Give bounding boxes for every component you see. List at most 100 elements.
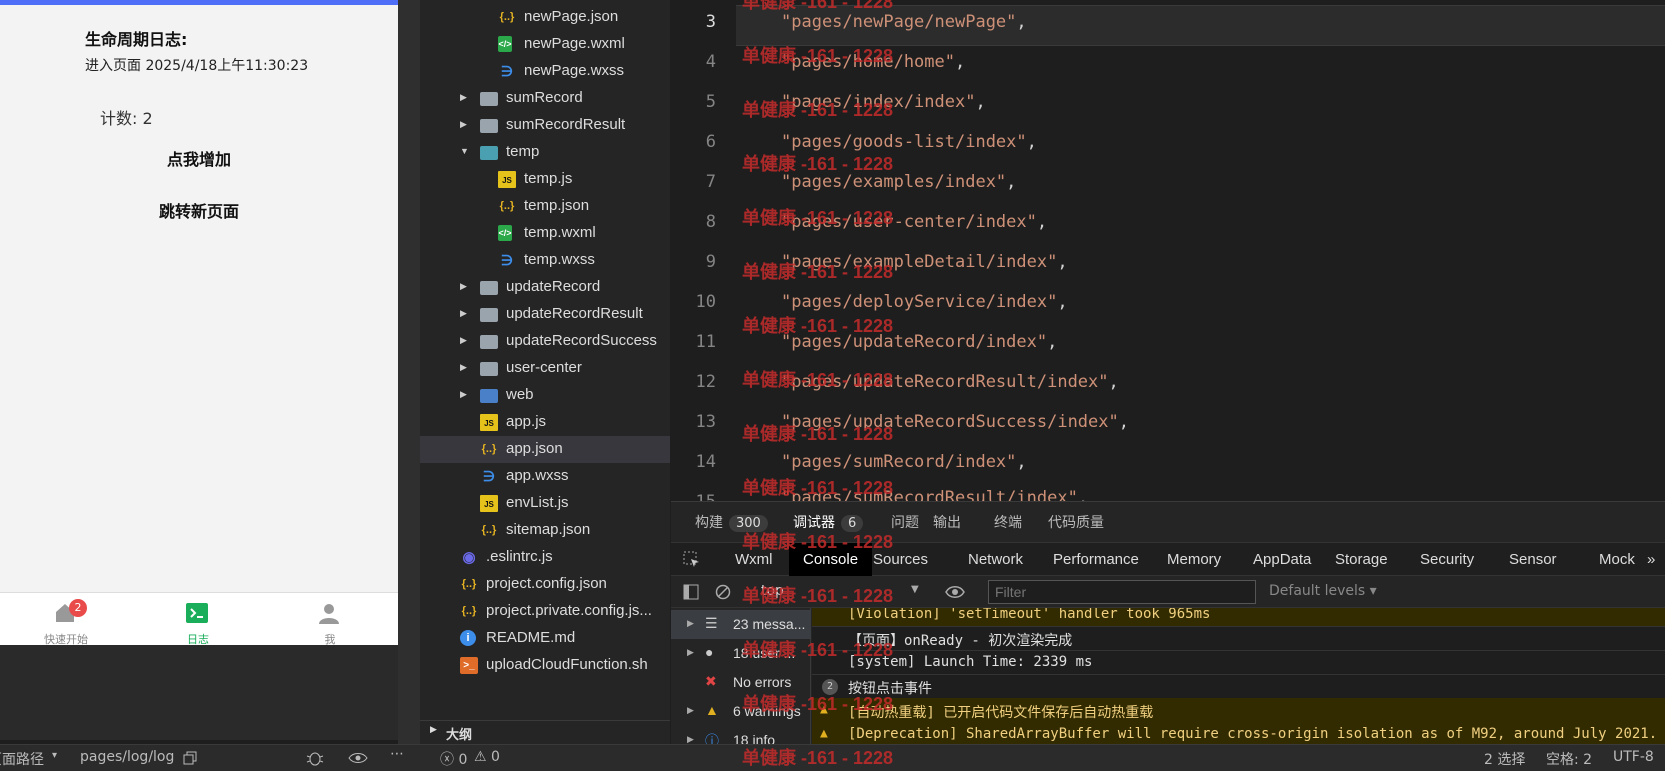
chevron-right-icon[interactable]: ▶ — [460, 362, 467, 373]
file-item[interactable]: {..} project.private.config.js... — [420, 598, 670, 625]
console-filter-item[interactable]: ▶ ☰ 23 messa... — [671, 610, 811, 639]
inspect-icon[interactable] — [683, 551, 701, 569]
file-item[interactable]: {..} project.config.json — [420, 571, 670, 598]
copy-icon[interactable] — [183, 751, 197, 765]
caret-down-icon[interactable]: ▼ — [911, 584, 919, 595]
outline-section[interactable]: ▶ 大纲 — [420, 720, 670, 744]
count-badge: 300 — [729, 515, 768, 532]
error-icon: ✖ — [705, 673, 717, 689]
console-filter-item[interactable]: ▶ ▲ 6 warnings — [671, 697, 811, 726]
devtools-tab-console[interactable]: Console — [789, 543, 873, 576]
more-options-icon[interactable]: ⋯ — [390, 746, 404, 762]
code-editor[interactable]: 3 "pages/newPage/newPage", 4 "pages/home/ho… — [671, 0, 1665, 512]
log-levels-dropdown[interactable]: Default levels ▾ — [1269, 583, 1377, 599]
console-filter-input[interactable] — [988, 580, 1256, 604]
file-item[interactable]: ◉ .eslintrc.js — [420, 544, 670, 571]
console-log-entry[interactable]: 【页面】onReady - 初次渲染完成 — [812, 626, 1665, 651]
file-item[interactable]: JS app.js — [420, 409, 670, 436]
chevron-down-icon[interactable]: ▼ — [460, 146, 469, 156]
tab-me[interactable]: 我 — [264, 593, 396, 646]
json-icon: {..} — [461, 605, 477, 617]
selection-status[interactable]: 2 选择 — [1484, 749, 1525, 769]
devtools-tab-security[interactable]: Security — [1420, 551, 1474, 568]
devtools-tab-performance[interactable]: Performance — [1053, 551, 1139, 568]
folder-item[interactable]: ▶ updateRecordResult — [420, 301, 670, 328]
file-item[interactable]: {..} temp.json — [420, 193, 670, 220]
navigate-new-page-button[interactable]: 跳转新页面 — [0, 198, 398, 222]
panel-tab[interactable]: 问题 — [891, 512, 919, 532]
chevron-right-icon[interactable]: ▶ — [460, 335, 467, 346]
devtools-tab-mock[interactable]: Mock — [1599, 551, 1635, 568]
file-name: README.md — [486, 629, 576, 646]
chevron-right-icon[interactable]: ▶ — [460, 389, 467, 400]
file-item[interactable]: {..} app.json — [420, 436, 670, 463]
console-filter-item[interactable]: ▶ ● 18 user ... — [671, 639, 811, 668]
error-count-value: 0 — [458, 752, 468, 768]
file-item[interactable]: </> newPage.wxml — [420, 31, 670, 58]
panel-tab[interactable]: 调试器 6 — [793, 512, 864, 532]
chevron-right-icon[interactable]: ▶ — [460, 281, 467, 292]
file-item[interactable]: {..} newPage.json — [420, 4, 670, 31]
folder-item[interactable]: ▶ updateRecord — [420, 274, 670, 301]
tab-log[interactable]: 日志 — [132, 593, 264, 646]
page-path-label[interactable]: 页面路径 — [0, 749, 44, 769]
file-item[interactable]: ∋ app.wxss — [420, 463, 670, 490]
sidebar-toggle-icon[interactable] — [683, 584, 699, 600]
file-item[interactable]: JS temp.js — [420, 166, 670, 193]
file-item[interactable]: ∋ newPage.wxss — [420, 58, 670, 85]
file-item[interactable]: {..} sitemap.json — [420, 517, 670, 544]
chevron-right-icon[interactable]: ▶ — [460, 119, 467, 130]
chevron-right-icon[interactable]: ▶ — [687, 705, 694, 716]
chevron-right-icon[interactable]: ▶ — [687, 618, 694, 629]
caret-down-icon[interactable]: ▾ — [52, 750, 57, 761]
chevron-right-icon[interactable]: ▶ — [687, 647, 694, 658]
eye-icon[interactable] — [945, 584, 965, 600]
devtools-tab-wxml[interactable]: Wxml — [735, 551, 773, 568]
code-line: "pages/examples/index", — [781, 172, 1016, 192]
file-item[interactable]: JS envList.js — [420, 490, 670, 517]
more-tabs-button[interactable]: » — [1647, 551, 1655, 568]
devtools-tab-appdata[interactable]: AppData — [1253, 551, 1311, 568]
panel-tab[interactable]: 输出 — [933, 512, 961, 532]
console-log-entry[interactable]: ▲ [Deprecation] SharedArrayBuffer will re… — [812, 722, 1665, 745]
chevron-right-icon[interactable]: ▶ — [460, 92, 467, 103]
console-log-entry[interactable]: [Violation] 'setTimeout' handler took 96… — [812, 608, 1665, 627]
folder-item[interactable]: ▶ web — [420, 382, 670, 409]
console-log-entry[interactable]: ▲ [自动热重载] 已开启代码文件保存后自动热重载 — [812, 698, 1665, 723]
file-item[interactable]: >_ uploadCloudFunction.sh — [420, 652, 670, 679]
warning-count[interactable]: ⚠ 0 — [474, 749, 500, 765]
context-selector[interactable]: top — [761, 583, 784, 599]
folder-item[interactable]: ▶ sumRecordResult — [420, 112, 670, 139]
devtools-tab-sources[interactable]: Sources — [873, 551, 928, 568]
devtools-tab-network[interactable]: Network — [968, 551, 1023, 568]
devtools-tab-sensor[interactable]: Sensor — [1509, 551, 1557, 568]
panel-tab[interactable]: 代码质量 — [1048, 512, 1104, 532]
comma: , — [1036, 212, 1048, 232]
folder-item[interactable]: ▶ user-center — [420, 355, 670, 382]
bug-icon[interactable] — [306, 750, 324, 766]
devtools-tab-storage[interactable]: Storage — [1335, 551, 1388, 568]
panel-tab[interactable]: 终端 — [994, 512, 1022, 532]
chevron-right-icon[interactable]: ▶ — [460, 308, 467, 319]
clear-console-icon[interactable] — [715, 584, 731, 600]
tab-quick-start[interactable]: 2 快速开始 — [0, 593, 132, 646]
error-count[interactable]: ⓧ 0 — [440, 749, 467, 769]
wxss-icon: ∋ — [500, 252, 514, 268]
indent-status[interactable]: 空格: 2 — [1546, 749, 1592, 769]
folder-item[interactable]: ▼ temp — [420, 139, 670, 166]
encoding-status[interactable]: UTF-8 — [1613, 749, 1654, 765]
console-log-entry[interactable]: 2 按钮点击事件 — [812, 674, 1665, 699]
folder-item[interactable]: ▶ updateRecordSuccess — [420, 328, 670, 355]
folder-item[interactable]: ▶ sumRecord — [420, 85, 670, 112]
string-literal: "pages/examples/index" — [781, 172, 1007, 192]
file-item[interactable]: i README.md — [420, 625, 670, 652]
devtools-tab-memory[interactable]: Memory — [1167, 551, 1221, 568]
panel-tab[interactable]: 构建 300 — [695, 512, 768, 532]
eye-icon[interactable] — [348, 751, 368, 765]
increment-button[interactable]: 点我增加 — [0, 146, 398, 170]
folder-icon — [480, 389, 498, 403]
file-item[interactable]: </> temp.wxml — [420, 220, 670, 247]
console-filter-item[interactable]: ✖ No errors — [671, 668, 811, 697]
console-log-entry[interactable]: [system] Launch Time: 2339 ms — [812, 650, 1665, 675]
file-item[interactable]: ∋ temp.wxss — [420, 247, 670, 274]
